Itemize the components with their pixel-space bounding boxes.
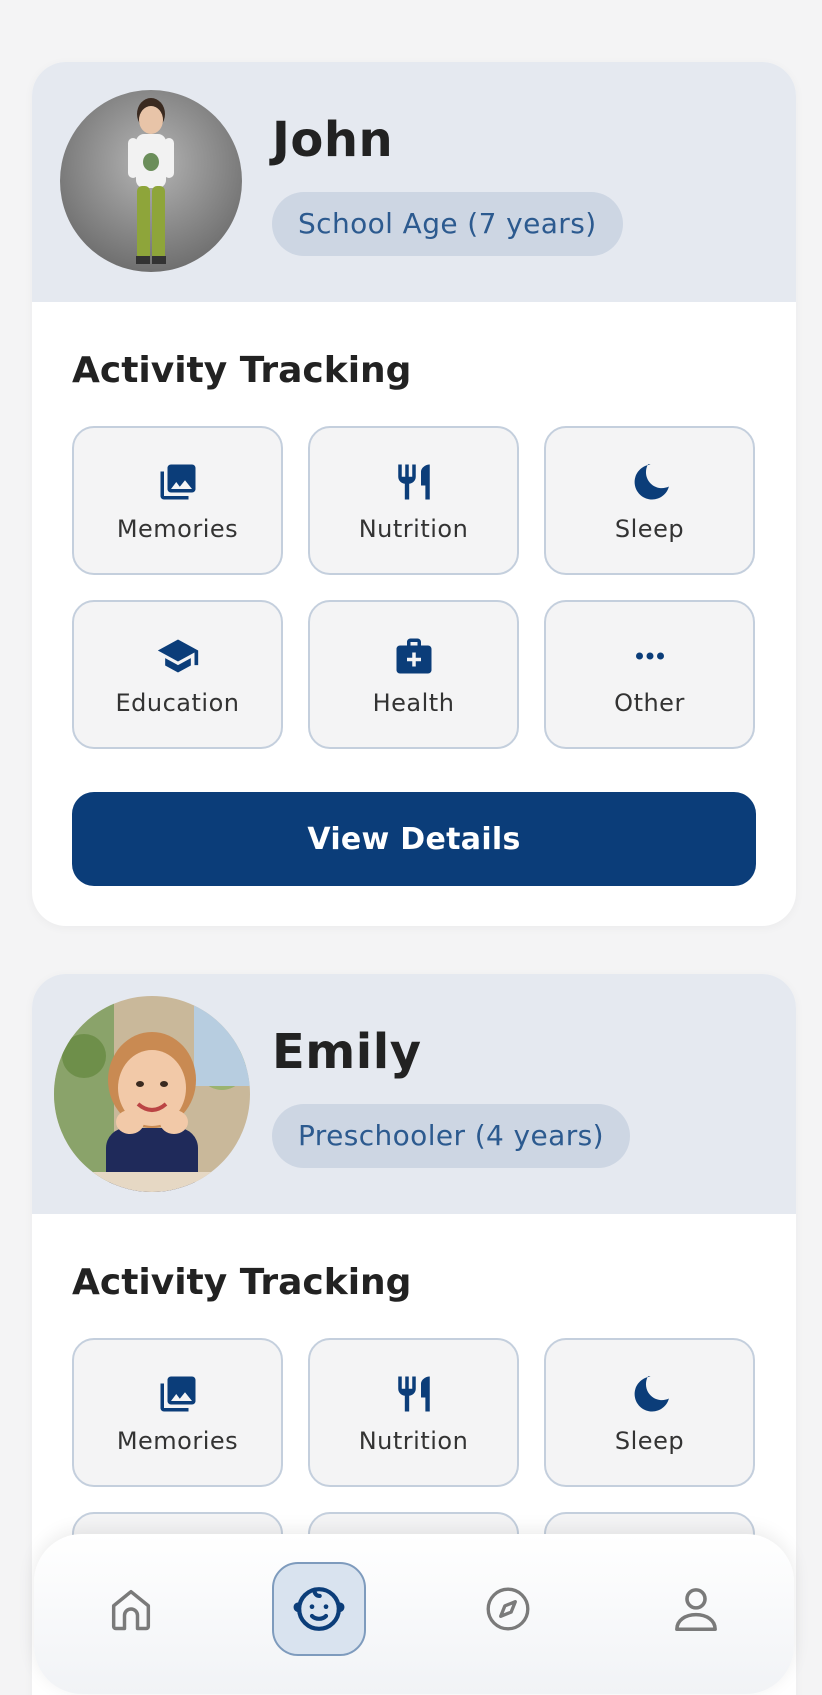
child-avatar-emily [54,996,250,1192]
activity-label: Health [372,688,455,717]
nav-explore[interactable] [461,1562,555,1656]
child-avatar-john [60,90,242,272]
utensils-icon [391,1371,437,1417]
graduation-cap-icon [155,633,201,679]
activity-label: Nutrition [358,514,469,543]
medical-kit-icon [391,633,437,679]
activity-label: Nutrition [358,1426,469,1455]
utensils-icon [391,459,437,505]
photo-library-icon [155,1371,201,1417]
bottom-navigation [34,1534,794,1694]
activity-sleep[interactable]: Sleep [544,426,755,575]
activity-label: Memories [116,1426,239,1455]
activity-label: Other [614,688,685,717]
home-icon [111,1589,151,1631]
nav-children[interactable] [272,1562,366,1656]
activity-memories[interactable]: Memories [72,426,283,575]
activity-label: Sleep [614,514,685,543]
age-badge: Preschooler (4 years) [272,1104,630,1168]
age-badge: School Age (7 years) [272,192,623,256]
activity-nutrition[interactable]: Nutrition [308,1338,519,1487]
activity-other[interactable]: Other [544,600,755,749]
moon-icon [627,1371,673,1417]
compass-icon [486,1587,530,1631]
activity-grid: Memories Nutrition Sleep Education Healt… [72,426,756,749]
nav-home[interactable] [84,1562,178,1656]
child-name: John [272,112,394,168]
photo-library-icon [155,459,201,505]
child-header: John School Age (7 years) [32,62,796,302]
user-icon [675,1588,717,1632]
moon-icon [627,459,673,505]
page: John School Age (7 years) Activity Track… [0,0,822,1695]
child-header: Emily Preschooler (4 years) [32,974,796,1214]
nav-profile[interactable] [649,1562,743,1656]
activity-label: Education [115,688,240,717]
activity-tracking-title: Activity Tracking [72,350,412,391]
activity-nutrition[interactable]: Nutrition [308,426,519,575]
activity-education[interactable]: Education [72,600,283,749]
child-name: Emily [272,1024,422,1080]
more-dots-icon [627,633,673,679]
activity-memories[interactable]: Memories [72,1338,283,1487]
view-details-button[interactable]: View Details [72,792,756,886]
baby-face-icon [293,1587,345,1631]
activity-tracking-title: Activity Tracking [72,1262,412,1303]
activity-health[interactable]: Health [308,600,519,749]
child-card-john: John School Age (7 years) Activity Track… [32,62,796,926]
activity-label: Memories [116,514,239,543]
activity-label: Sleep [614,1426,685,1455]
activity-sleep[interactable]: Sleep [544,1338,755,1487]
